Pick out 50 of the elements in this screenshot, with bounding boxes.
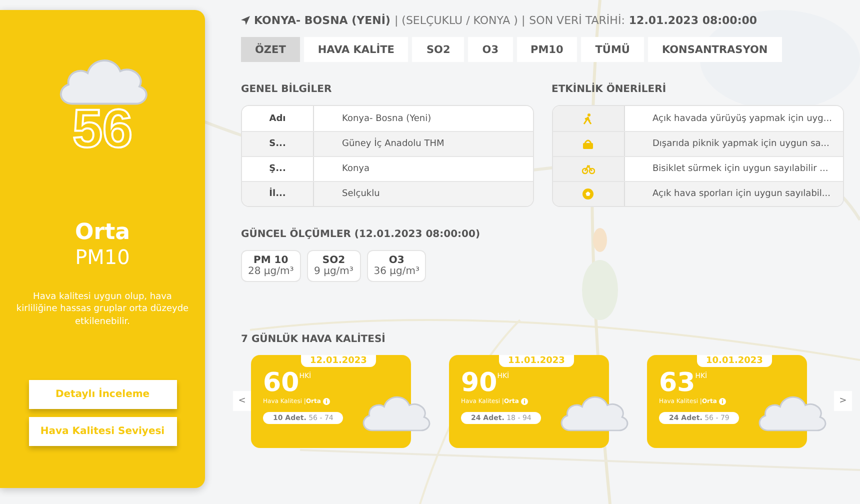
section-title: GENEL BİLGİLER bbox=[241, 84, 333, 95]
date-label: SON VERİ TARİHİ: bbox=[529, 14, 625, 27]
section-title: ETKİNLİK ÖNERİLERİ bbox=[552, 84, 668, 95]
table-cell-text: Bisiklet sürmek için uygun sayılabilir ... bbox=[652, 164, 828, 174]
forecast-date: 12.01.2023 bbox=[301, 355, 376, 367]
station-region: | (SELÇUKLU / KONYA ) | bbox=[394, 14, 526, 27]
ball-icon bbox=[582, 188, 594, 200]
basket-icon bbox=[582, 138, 594, 150]
forecast-date: 10.01.2023 bbox=[697, 355, 772, 367]
info-icon bbox=[322, 398, 330, 405]
tab[interactable]: ÖZET bbox=[241, 37, 300, 62]
table-cell-text: Selçuklu bbox=[341, 189, 380, 199]
table-cell-text: Dışarıda piknik yapmak için uygun sa... bbox=[652, 139, 830, 149]
measurement-name: SO2 bbox=[322, 255, 346, 266]
table-cell-text: Açık hava sporları için uygun sayılabil... bbox=[652, 189, 830, 199]
forecast-value: 60 bbox=[263, 369, 300, 398]
location-arrow-icon bbox=[241, 16, 250, 25]
index-number: 56 bbox=[72, 102, 133, 156]
forecast-value: 90 bbox=[461, 369, 498, 398]
previous-button[interactable]: < bbox=[233, 391, 251, 411]
walking-person-icon bbox=[582, 112, 594, 124]
table-cell-text: Konya bbox=[341, 164, 370, 174]
measurement-value: 36 µg/m³ bbox=[374, 266, 420, 277]
forecast-date: 11.01.2023 bbox=[499, 355, 574, 367]
table-cell-text: Açık havada yürüyüş yapmak için uyg... bbox=[652, 114, 832, 124]
quality-description: Hava kalitesi uygun olup, hava kirliliğine hassas gruplar orta düzeyde etkilenebilir. bbox=[15, 290, 190, 328]
measurement-value: 28 µg/m³ bbox=[248, 266, 294, 277]
quality-level: Orta bbox=[75, 220, 130, 245]
pollutant-name: PM10 bbox=[75, 244, 130, 269]
section-title: 7 GÜNLÜK HAVA KALİTESİ bbox=[241, 334, 386, 345]
next-button[interactable]: > bbox=[834, 391, 852, 411]
tab[interactable]: O3 bbox=[468, 37, 512, 62]
tab[interactable]: SO2 bbox=[412, 37, 464, 62]
measurement-name: PM 10 bbox=[254, 255, 288, 266]
table-cell: İl... bbox=[242, 182, 314, 206]
info-icon bbox=[520, 398, 528, 405]
section-title: GÜNCEL ÖLÇÜMLER (12.01.2023 08:00:00) bbox=[241, 229, 482, 240]
tab[interactable]: HAVA KALİTE bbox=[304, 37, 408, 62]
table-cell-text: Konya- Bosna (Yeni) bbox=[341, 114, 432, 124]
tab[interactable]: TÜMÜ bbox=[581, 37, 644, 62]
tab[interactable]: KONSANTRASYON bbox=[648, 37, 782, 62]
bicycle-icon bbox=[582, 163, 594, 175]
measurement-name: O3 bbox=[388, 255, 404, 266]
table-cell-text: Güney İç Anadolu THM bbox=[341, 139, 444, 149]
measurement-value: 9 µg/m³ bbox=[314, 266, 354, 277]
last-data-date: 12.01.2023 08:00:00 bbox=[628, 14, 758, 27]
station-name: KONYA- BOSNA (YENİ) bbox=[254, 14, 390, 27]
info-icon bbox=[718, 398, 726, 405]
tab[interactable]: PM10 bbox=[516, 37, 578, 62]
forecast-value: 63 bbox=[659, 369, 696, 398]
